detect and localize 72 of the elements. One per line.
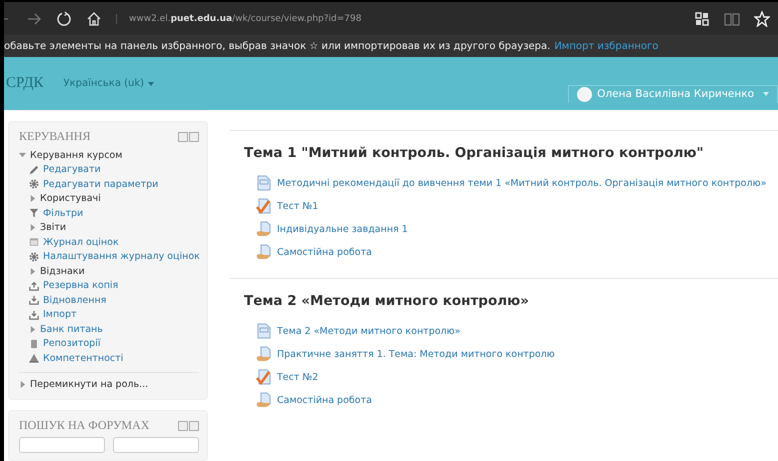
caret-down-icon[interactable]: [763, 92, 769, 96]
nav-link[interactable]: Звіти: [40, 222, 66, 234]
nav-link[interactable]: Фільтри: [43, 208, 84, 219]
assignment-icon: [256, 392, 272, 408]
forward-arrow-icon[interactable]: [26, 10, 42, 26]
block-title: КЕРУВАННЯ: [19, 129, 92, 144]
page-icon: [256, 323, 272, 339]
bin-icon: [29, 338, 39, 349]
import-favorites-link[interactable]: Импорт избранного: [554, 40, 658, 52]
activity-link[interactable]: Самостійна робота: [277, 394, 372, 406]
activity-link[interactable]: Самостійна робота: [277, 246, 372, 258]
nav-link[interactable]: Банк питань: [40, 324, 103, 335]
activity-link[interactable]: Методичні рекомендації до вивчення теми 1 «Митний контроль. Організація митного контролю»: [277, 178, 766, 188]
dock-control[interactable]: [189, 420, 199, 430]
collapse-control[interactable]: [178, 420, 188, 430]
table-icon: [29, 237, 39, 248]
address-bar[interactable]: www2.el.puet.edu.ua/wk/course/view.php?id=798: [116, 14, 362, 24]
section-title: Тема 2 «Методи митного контролю»: [244, 293, 530, 309]
nav-link[interactable]: Відновлення: [43, 294, 106, 306]
assignment-icon: [256, 346, 272, 362]
section-title: Тема 1 "Митний контроль. Організація митного контролю": [244, 145, 705, 161]
pyramid-icon: [29, 353, 39, 364]
dock-control[interactable]: [189, 132, 199, 142]
gear-icon: [29, 179, 39, 190]
nav-link[interactable]: Компетентності: [43, 352, 124, 364]
activity-link[interactable]: Тест №1: [277, 200, 318, 212]
upload-icon: [29, 280, 39, 291]
page-icon: [256, 175, 272, 191]
reading-view-icon[interactable]: [724, 10, 740, 26]
search-field[interactable]: [113, 437, 199, 453]
nav-link[interactable]: Репозиторії: [43, 338, 100, 350]
caret-right-icon[interactable]: [29, 268, 36, 275]
assignment-icon: [256, 221, 272, 237]
nav-link[interactable]: Редагувати: [43, 164, 101, 176]
star-icon[interactable]: [754, 10, 770, 26]
caret-down-icon[interactable]: [148, 82, 154, 86]
nav-link[interactable]: Редагувати параметри: [43, 178, 158, 190]
nav-link[interactable]: Налаштування журналу оцінок: [43, 251, 200, 262]
caret-right-icon[interactable]: [29, 326, 36, 333]
collapse-control[interactable]: [178, 132, 188, 142]
quiz-icon: [256, 198, 272, 214]
caret-right-icon[interactable]: [29, 195, 36, 202]
search-field[interactable]: [19, 437, 105, 453]
activity-link[interactable]: Практичне заняття 1. Тема: Методи митного контролю: [277, 348, 555, 360]
quiz-icon: [256, 369, 272, 385]
caret-right-icon[interactable]: [29, 224, 36, 232]
site-logo[interactable]: СРДК: [4, 75, 44, 92]
nav-link[interactable]: Керування курсом: [30, 150, 122, 161]
nav-link[interactable]: Користувачі: [40, 193, 101, 204]
caret-right-icon[interactable]: [19, 381, 26, 388]
home-icon[interactable]: [86, 10, 102, 26]
caret-down-icon[interactable]: [19, 152, 26, 159]
nav-link[interactable]: Відзнаки: [40, 266, 85, 277]
pencil-icon: [29, 164, 39, 175]
activity-link[interactable]: Тема 2 «Методи митного контролю»: [277, 326, 460, 336]
activity-link[interactable]: Тест №2: [277, 372, 318, 382]
assignment-icon: [256, 244, 272, 260]
activity-link[interactable]: Індивідуальне завдання 1: [277, 224, 408, 234]
nav-link[interactable]: Перемикнути на роль...: [30, 379, 148, 390]
download-icon: [29, 295, 39, 306]
block-title: ПОШУК НА ФОРУМАХ: [19, 418, 150, 433]
gear-icon: [29, 252, 39, 262]
favorites-message: обавьте элементы на панель избранного, выбрав значок ☆ или импортировав их из другого браузера.: [4, 40, 550, 52]
nav-link[interactable]: Резервна копія: [43, 280, 118, 292]
refresh-icon[interactable]: [56, 10, 72, 26]
user-menu[interactable]: Олена Василівна Кириченко: [568, 84, 778, 102]
download-icon: [29, 310, 39, 320]
nav-link[interactable]: Журнал оцінок: [43, 236, 119, 248]
filter-icon: [29, 208, 39, 218]
extension-icon[interactable]: [694, 10, 710, 26]
nav-link[interactable]: Імпорт: [43, 309, 77, 320]
language-menu[interactable]: Українська (uk): [63, 78, 154, 89]
